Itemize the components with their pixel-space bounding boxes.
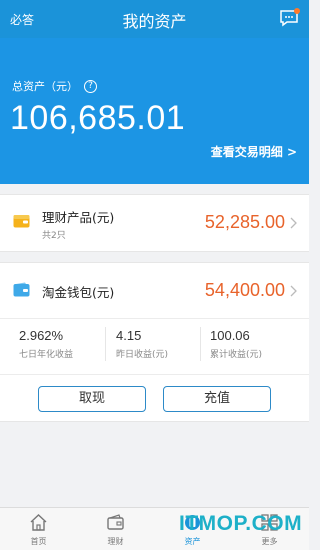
stat-label: 昨日收益(元)	[116, 350, 169, 360]
seven-day-yield-stat: 2.962% 七日年化收益	[19, 328, 73, 360]
recharge-button[interactable]: 充值	[163, 386, 271, 412]
financial-products-label: 理财产品(元)	[42, 210, 115, 225]
wallet-card-icon	[13, 215, 30, 228]
finance-icon	[107, 514, 124, 530]
help-icon[interactable]: ?	[84, 79, 97, 93]
total-assets-value: 106,685.01	[10, 99, 186, 137]
divider	[0, 318, 309, 319]
financial-products-amount: 52,285.00	[204, 212, 285, 232]
divider	[105, 327, 106, 361]
stat-value: 4.15	[116, 328, 142, 343]
financial-products-count: 共2只	[42, 231, 66, 241]
withdraw-button[interactable]: 取现	[38, 386, 146, 412]
cumulative-income-stat: 100.06 累计收益(元)	[210, 328, 262, 360]
tab-label: 更多	[261, 537, 278, 546]
divider	[200, 327, 201, 361]
page-title: 我的资产	[122, 12, 187, 31]
stat-label: 七日年化收益	[19, 350, 74, 360]
notification-dot	[294, 8, 300, 14]
divider	[0, 374, 309, 375]
chevron-right-icon[interactable]	[290, 285, 297, 297]
tab-label: 理财	[107, 537, 124, 546]
watermark-logo: ITMOP.COM	[179, 512, 303, 535]
total-assets-label: 总资产（元）	[12, 80, 78, 93]
stat-value: 100.06	[210, 328, 250, 343]
tab-home[interactable]: 首页	[0, 508, 77, 550]
home-icon	[30, 514, 47, 531]
stat-label: 累计收益(元)	[210, 350, 263, 360]
total-assets-label-row: 总资产（元） ?	[12, 78, 97, 94]
wallet-card: 淘金钱包(元) 54,400.00 2.962% 七日年化收益 4.15 昨日收…	[0, 262, 309, 422]
wallet-amount: 54,400.00	[204, 280, 285, 300]
wallet-label: 淘金钱包(元)	[42, 285, 115, 300]
yesterday-income-stat: 4.15 昨日收益(元)	[116, 328, 168, 360]
transaction-detail-link[interactable]: 查看交易明细 >	[211, 143, 297, 160]
stat-value: 2.962%	[19, 328, 64, 343]
top-bar: 必答 我的资产	[0, 0, 309, 38]
tab-label: 首页	[30, 537, 47, 546]
total-assets-panel: 总资产（元） ? 106,685.01 查看交易明细 >	[0, 38, 309, 184]
blue-wallet-icon	[13, 282, 30, 297]
tab-finance[interactable]: 理财	[77, 508, 154, 550]
tab-label: 资产	[184, 537, 201, 546]
financial-products-row[interactable]: 理财产品(元) 共2只 52,285.00	[0, 194, 309, 252]
chevron-right-icon	[290, 217, 297, 229]
